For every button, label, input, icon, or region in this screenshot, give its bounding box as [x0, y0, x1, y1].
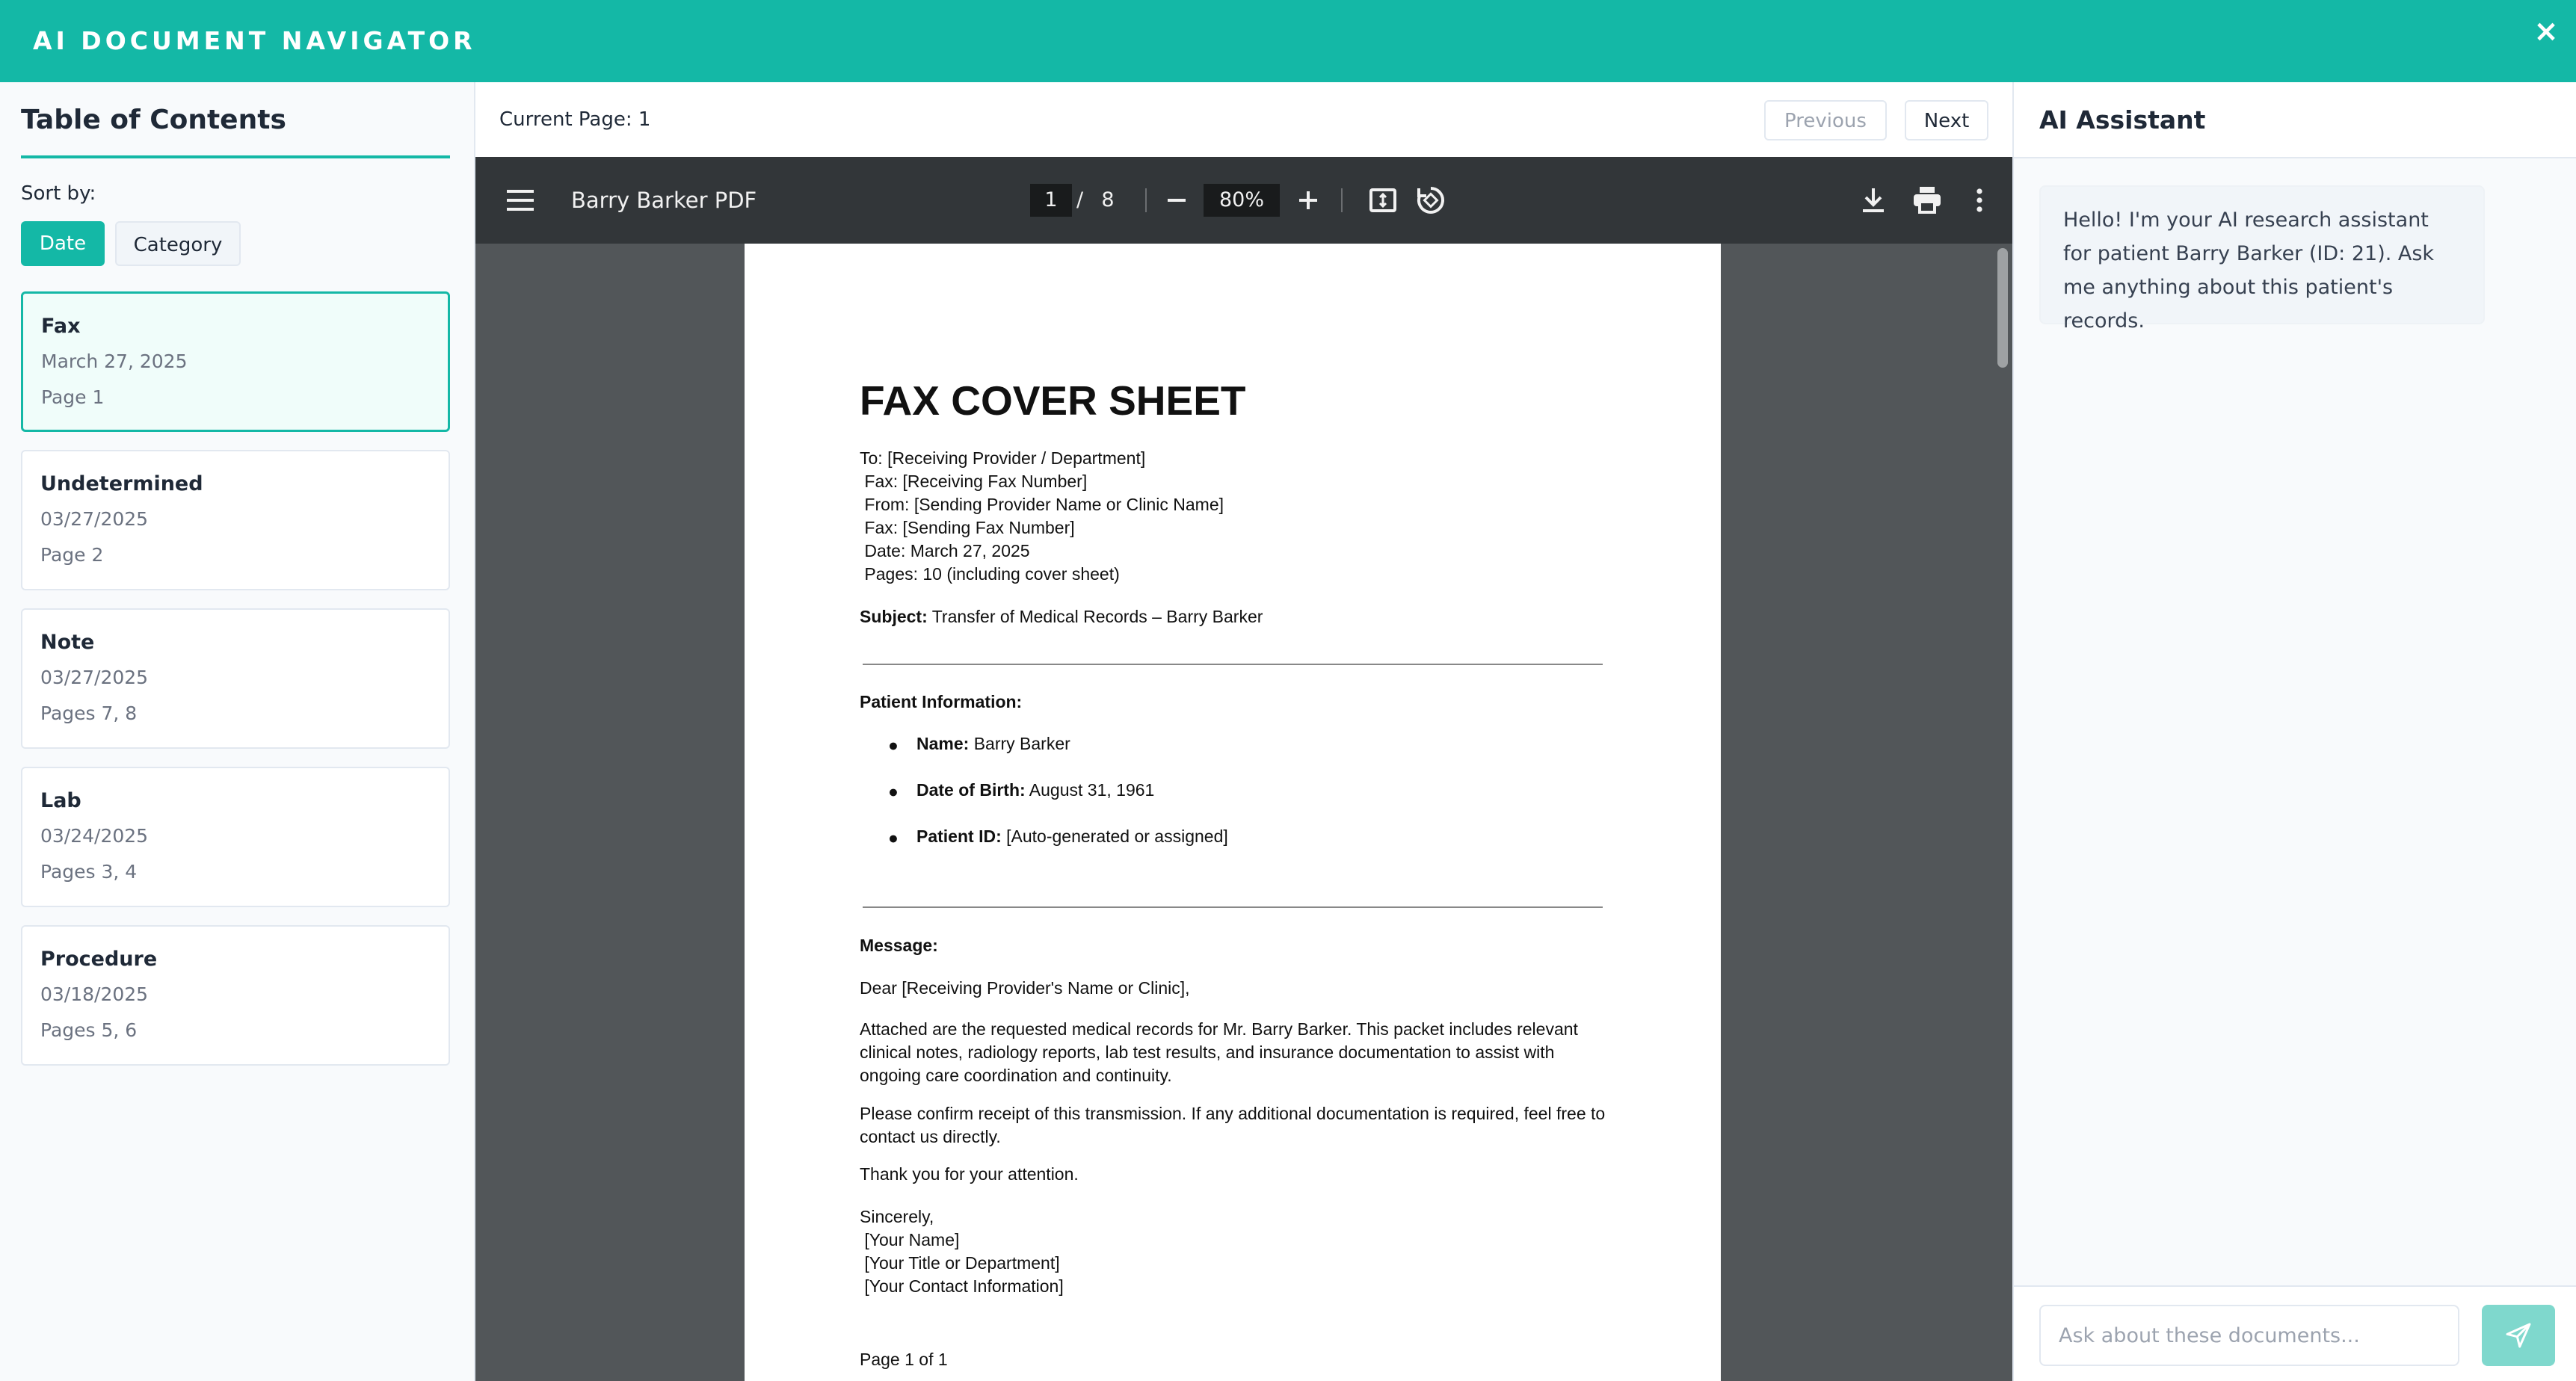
message-heading: Message:	[860, 936, 938, 956]
bullet-icon: ●	[888, 735, 899, 755]
patient-info-heading-text: Patient Information:	[860, 692, 1023, 711]
toc-item-date: 03/18/2025	[40, 983, 149, 1005]
send-button[interactable]	[2482, 1305, 2555, 1366]
greeting-line: Dear [Receiving Provider's Name or Clini…	[860, 978, 1190, 998]
scrollbar-thumb[interactable]	[1997, 248, 2008, 368]
document-title: FAX COVER SHEET	[860, 377, 1246, 424]
name-label: Name:	[916, 734, 970, 753]
toc-item-fax[interactable]: Fax March 27, 2025 Page 1	[21, 291, 450, 432]
app-header: AI DOCUMENT NAVIGATOR ×	[0, 0, 2576, 82]
toc-list: Fax March 27, 2025 Page 1 Undetermined 0…	[21, 291, 450, 1084]
page-footer: Page 1 of 1	[860, 1350, 948, 1369]
sort-date-button[interactable]: Date	[21, 221, 105, 266]
zoom-in-icon[interactable]	[1290, 182, 1326, 218]
toc-item-date: March 27, 2025	[41, 350, 188, 372]
send-icon	[2506, 1323, 2531, 1348]
zoom-level-input[interactable]: 80%	[1204, 184, 1280, 217]
doc-divider	[863, 664, 1603, 665]
signature-name: [Your Name]	[860, 1230, 960, 1249]
bullet-icon: ●	[888, 828, 899, 847]
pdf-viewer: Barry Barker PDF 1 / 8 80% FAX COVER SHE…	[475, 157, 2012, 1381]
current-page-indicator: Current Page: 1	[499, 108, 651, 131]
doc-fax-from-line: Fax: [Sending Fax Number]	[860, 518, 1075, 537]
page-separator: /	[1076, 188, 1084, 211]
doc-pages-line: Pages: 10 (including cover sheet)	[860, 564, 1120, 584]
table-of-contents-sidebar: Table of Contents Sort by: Date Category…	[0, 82, 475, 1381]
patient-dob: August 31, 1961	[1025, 780, 1155, 800]
zoom-out-icon[interactable]	[1159, 182, 1195, 218]
sincerely-line: Sincerely,	[860, 1207, 934, 1226]
toc-item-procedure[interactable]: Procedure 03/18/2025 Pages 5, 6	[21, 925, 450, 1066]
more-options-icon[interactable]	[1962, 182, 1997, 218]
thanks-line: Thank you for your attention.	[860, 1164, 1079, 1184]
pdf-page: FAX COVER SHEET To: [Receiving Provider …	[745, 244, 1721, 1381]
toc-item-date: 03/27/2025	[40, 508, 149, 530]
toc-item-note[interactable]: Note 03/27/2025 Pages 7, 8	[21, 608, 450, 749]
patient-dob-line: Date of Birth: August 31, 1961	[916, 780, 1154, 800]
fit-page-icon[interactable]	[1365, 182, 1401, 218]
toc-item-date: 03/24/2025	[40, 825, 149, 847]
ai-assistant-panel: AI Assistant Hello! I'm your AI research…	[2012, 82, 2576, 1381]
previous-button[interactable]: Previous	[1764, 100, 1887, 140]
toc-item-category: Procedure	[40, 948, 158, 971]
next-button[interactable]: Next	[1905, 100, 1988, 140]
patient-id-line: Patient ID: [Auto-generated or assigned]	[916, 827, 1228, 847]
close-icon[interactable]: ×	[2530, 15, 2563, 48]
subject-label: Subject:	[860, 607, 928, 626]
patient-name-line: Name: Barry Barker	[916, 734, 1070, 754]
doc-subject-line: Subject: Transfer of Medical Records – B…	[860, 607, 1263, 627]
doc-from-line: From: [Sending Provider Name or Clinic N…	[860, 495, 1224, 514]
viewer-scrollbar[interactable]	[1993, 244, 2012, 1381]
toc-item-undetermined[interactable]: Undetermined 03/27/2025 Page 2	[21, 450, 450, 590]
page-navigation-bar: Current Page: 1 Previous Next	[475, 82, 2012, 157]
signature-title: [Your Title or Department]	[860, 1253, 1060, 1273]
message-paragraph-2: Please confirm receipt of this transmiss…	[860, 1104, 1606, 1146]
patient-name: Barry Barker	[969, 734, 1070, 753]
doc-to-line: To: [Receiving Provider / Department]	[860, 448, 1146, 468]
doc-divider	[863, 906, 1603, 908]
menu-icon[interactable]	[502, 182, 538, 218]
toc-item-pages: Page 1	[41, 386, 105, 408]
pdf-toolbar: Barry Barker PDF 1 / 8 80%	[475, 157, 2012, 244]
doc-fax-to-line: Fax: [Receiving Fax Number]	[860, 472, 1088, 491]
sort-category-button[interactable]: Category	[115, 221, 241, 266]
patient-info-heading: Patient Information:	[860, 692, 1022, 712]
download-icon[interactable]	[1855, 182, 1891, 218]
subject-value: Transfer of Medical Records – Barry Bark…	[927, 607, 1263, 626]
toolbar-divider	[1341, 188, 1343, 212]
ai-input-area	[2014, 1285, 2576, 1381]
toc-item-pages: Pages 7, 8	[40, 702, 138, 724]
pid-label: Patient ID:	[916, 827, 1002, 846]
toc-item-pages: Page 2	[40, 544, 104, 566]
pdf-file-name: Barry Barker PDF	[571, 188, 757, 213]
toc-title: Table of Contents	[21, 105, 286, 135]
ai-question-input[interactable]	[2039, 1305, 2459, 1366]
toc-item-pages: Pages 5, 6	[40, 1019, 138, 1041]
toc-item-category: Fax	[41, 315, 81, 338]
toc-item-lab[interactable]: Lab 03/24/2025 Pages 3, 4	[21, 767, 450, 907]
rotate-icon[interactable]	[1413, 182, 1449, 218]
toolbar-divider	[1145, 188, 1147, 212]
toc-item-date: 03/27/2025	[40, 667, 149, 688]
bullet-icon: ●	[888, 782, 899, 801]
doc-date-line: Date: March 27, 2025	[860, 541, 1030, 560]
toc-item-category: Undetermined	[40, 472, 203, 495]
app-title: AI DOCUMENT NAVIGATOR	[33, 26, 476, 55]
print-icon[interactable]	[1909, 182, 1945, 218]
dob-label: Date of Birth:	[916, 780, 1026, 800]
toc-underline	[21, 155, 450, 158]
signature-contact: [Your Contact Information]	[860, 1276, 1064, 1296]
toc-item-category: Lab	[40, 789, 81, 812]
ai-panel-header: AI Assistant	[2014, 82, 2576, 158]
page-total: 8	[1101, 188, 1115, 211]
toc-item-category: Note	[40, 631, 95, 654]
page-number-input[interactable]: 1	[1030, 184, 1072, 217]
toc-item-pages: Pages 3, 4	[40, 861, 138, 883]
ai-welcome-message: Hello! I'm your AI research assistant fo…	[2039, 185, 2485, 333]
patient-id: [Auto-generated or assigned]	[1001, 827, 1228, 846]
message-heading-text: Message:	[860, 936, 938, 955]
sort-label: Sort by:	[21, 182, 96, 205]
ai-panel-title: AI Assistant	[2039, 105, 2206, 135]
message-paragraph-1: Attached are the requested medical recor…	[860, 1019, 1578, 1085]
